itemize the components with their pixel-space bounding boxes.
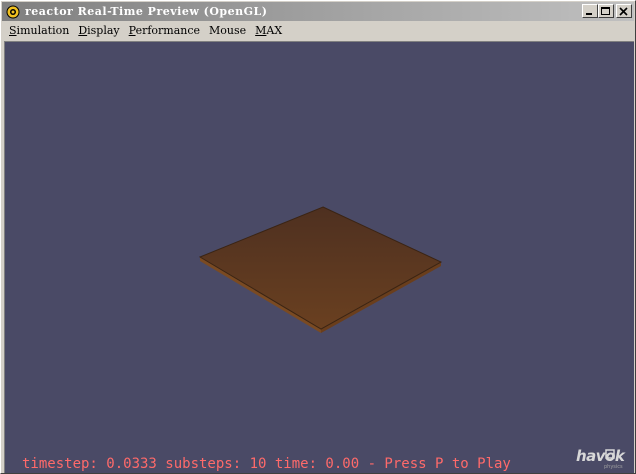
svg-text:physics: physics <box>604 464 623 470</box>
minimize-icon <box>586 12 592 15</box>
menu-max[interactable]: MAX <box>252 24 288 37</box>
simulation-status: timestep: 0.0333 substeps: 10 time: 0.00… <box>22 456 511 472</box>
menu-performance[interactable]: Performance <box>126 24 206 37</box>
close-icon <box>619 6 628 16</box>
close-button[interactable] <box>616 4 632 18</box>
ground-plane <box>198 206 443 330</box>
menu-simulation[interactable]: Simulation <box>6 24 75 37</box>
opengl-viewport[interactable]: timestep: 0.0333 substeps: 10 time: 0.00… <box>4 41 634 473</box>
menu-bar: Simulation Display Performance Mouse MAX <box>2 21 634 40</box>
scene-render <box>198 206 443 333</box>
window-title: reactor Real-Time Preview (OpenGL) <box>25 5 268 18</box>
maximize-icon <box>601 6 610 15</box>
svg-text:havok: havok <box>576 447 626 465</box>
menu-mouse[interactable]: Mouse <box>206 24 252 37</box>
title-bar[interactable]: reactor Real-Time Preview (OpenGL) <box>2 2 634 21</box>
window-controls <box>582 4 632 18</box>
minimize-button[interactable] <box>582 4 598 18</box>
reactor-app-icon[interactable] <box>5 4 21 20</box>
preview-window: reactor Real-Time Preview (OpenGL) Simul… <box>0 0 636 474</box>
havok-logo: havok physics <box>576 447 626 470</box>
maximize-button[interactable] <box>598 4 614 18</box>
menu-display[interactable]: Display <box>75 24 125 37</box>
